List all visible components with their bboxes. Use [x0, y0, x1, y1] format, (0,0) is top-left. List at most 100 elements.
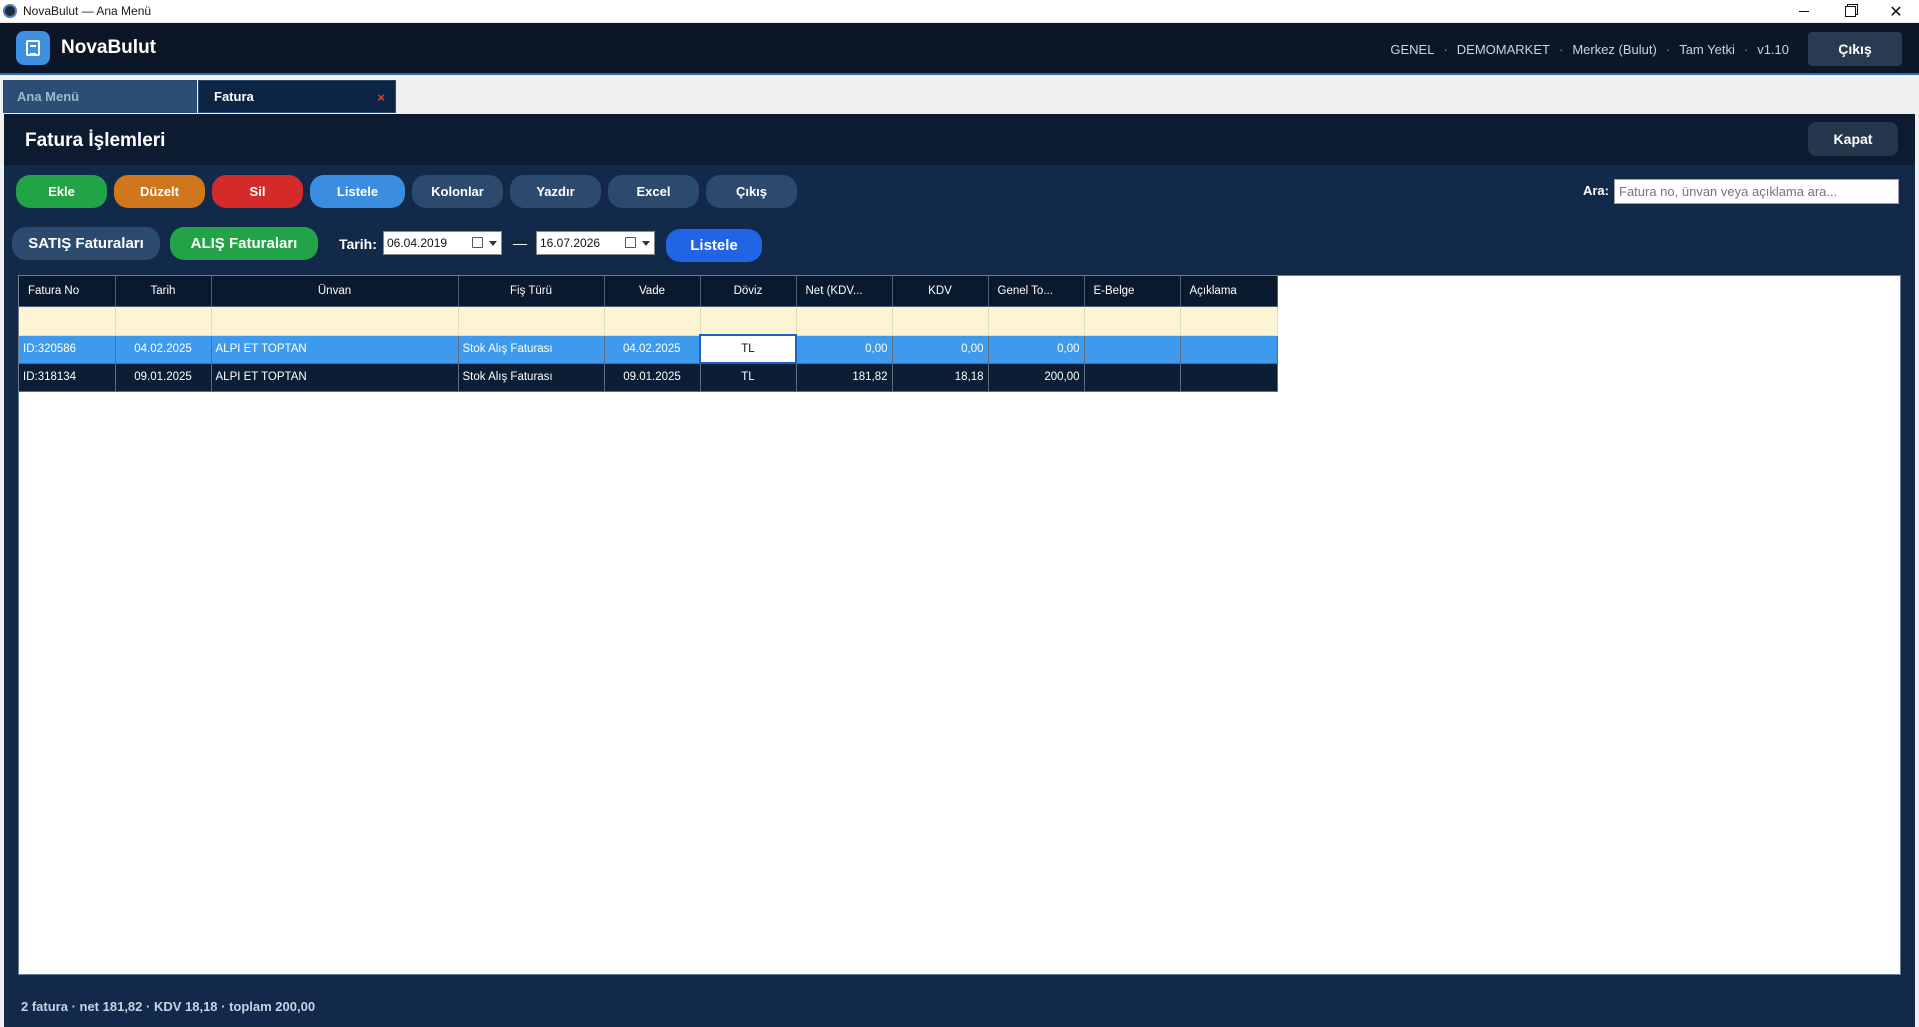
cell-fis-turu[interactable]: Stok Alış Faturası: [458, 363, 605, 392]
cell-kdv[interactable]: 0,00: [892, 335, 989, 364]
cell-unvan[interactable]: ALPI ET TOPTAN: [211, 363, 459, 392]
column-header[interactable]: KDV: [892, 276, 989, 307]
cell-tarih[interactable]: 04.02.2025: [115, 335, 212, 364]
cell-aciklama[interactable]: [1180, 335, 1278, 364]
purchase-invoices-button[interactable]: ALIŞ Faturaları: [170, 227, 318, 260]
cell-genel-toplam[interactable]: 0,00: [988, 335, 1085, 364]
column-header[interactable]: Açıklama: [1180, 276, 1278, 307]
date-label: Tarih:: [339, 236, 377, 252]
cell-aciklama[interactable]: [1180, 363, 1278, 392]
column-header[interactable]: Vade: [604, 276, 701, 307]
delete-button[interactable]: Sil: [212, 175, 303, 208]
exit-button[interactable]: Çıkış: [706, 175, 797, 208]
column-header[interactable]: Net (KDV...: [796, 276, 893, 307]
chevron-down-icon[interactable]: [489, 241, 497, 246]
calendar-icon[interactable]: [472, 237, 483, 248]
excel-button[interactable]: Excel: [608, 175, 699, 208]
filter-cell[interactable]: [1084, 306, 1181, 336]
status-bar: 2 fatura · net 181,82 · KDV 18,18 · topl…: [4, 985, 1915, 1027]
info-branch: Merkez (Bulut): [1572, 41, 1657, 57]
date-from-value: 06.04.2019: [387, 236, 448, 250]
date-from-picker[interactable]: 06.04.2019: [383, 231, 502, 255]
info-separator: ·: [1743, 41, 1749, 57]
filter-cell[interactable]: [1180, 306, 1278, 336]
cell-doviz[interactable]: TL: [699, 334, 797, 364]
cell-fis-turu[interactable]: Stok Alış Faturası: [458, 335, 605, 364]
filter-cell[interactable]: [892, 306, 989, 336]
filter-cell[interactable]: [211, 306, 459, 336]
info-permission: Tam Yetki: [1679, 41, 1735, 57]
filter-row[interactable]: [19, 306, 1278, 336]
close-window-icon[interactable]: ✕: [1873, 0, 1919, 23]
add-button[interactable]: Ekle: [16, 175, 107, 208]
table-row[interactable]: ID:320586 04.02.2025 ALPI ET TOPTAN Stok…: [19, 334, 1278, 364]
session-info: GENEL · DEMOMARKET · Merkez (Bulut) · Ta…: [1390, 23, 1789, 75]
edit-button[interactable]: Düzelt: [114, 175, 205, 208]
search-input[interactable]: [1614, 179, 1899, 204]
list-button[interactable]: Listele: [310, 175, 405, 208]
table-header-row: Fatura No Tarih Ünvan Fiş Türü Vade Dövi…: [19, 276, 1278, 307]
filter-cell[interactable]: [988, 306, 1085, 336]
info-company-group: GENEL: [1390, 41, 1435, 57]
column-header[interactable]: Fatura No: [19, 276, 116, 307]
filter-cell[interactable]: [700, 306, 797, 336]
cell-fatura-no[interactable]: ID:320586: [19, 335, 116, 364]
maximize-icon[interactable]: [1827, 0, 1873, 23]
cell-vade[interactable]: 04.02.2025: [604, 335, 701, 364]
filter-cell[interactable]: [115, 306, 212, 336]
tab-ana-menu[interactable]: Ana Menü: [3, 80, 197, 113]
kapat-button[interactable]: Kapat: [1808, 122, 1898, 156]
cell-ebelge[interactable]: [1084, 363, 1181, 392]
date-to-picker[interactable]: 16.07.2026: [536, 231, 655, 255]
filter-cell[interactable]: [604, 306, 701, 336]
column-header[interactable]: Genel To...: [988, 276, 1085, 307]
os-titlebar: NovaBulut — Ana Menü ✕: [0, 0, 1919, 23]
cell-net[interactable]: 0,00: [796, 335, 893, 364]
minimize-icon[interactable]: [1781, 0, 1827, 23]
print-button[interactable]: Yazdır: [510, 175, 601, 208]
columns-button[interactable]: Kolonlar: [412, 175, 503, 208]
filter-cell[interactable]: [796, 306, 893, 336]
info-separator: ·: [1443, 41, 1448, 57]
filter-list-button[interactable]: Listele: [666, 229, 762, 262]
info-separator: ·: [1558, 41, 1564, 57]
cell-fatura-no[interactable]: ID:318134: [19, 363, 116, 392]
invoice-panel: Fatura İşlemleri Kapat Ekle Düzelt Sil L…: [4, 114, 1915, 1027]
filter-cell[interactable]: [458, 306, 605, 336]
column-header[interactable]: E-Belge: [1084, 276, 1181, 307]
page-title: Fatura İşlemleri: [25, 130, 166, 151]
tab-fatura[interactable]: Fatura ×: [198, 80, 396, 113]
cell-doviz[interactable]: TL: [700, 363, 797, 392]
cell-ebelge[interactable]: [1084, 335, 1181, 364]
column-header[interactable]: Fiş Türü: [458, 276, 605, 307]
brand-name: NovaBulut: [61, 37, 156, 58]
cell-unvan[interactable]: ALPI ET TOPTAN: [211, 335, 459, 364]
cell-tarih[interactable]: 09.01.2025: [115, 363, 212, 392]
table-row[interactable]: ID:318134 09.01.2025 ALPI ET TOPTAN Stok…: [19, 363, 1278, 392]
cell-genel-toplam[interactable]: 200,00: [988, 363, 1085, 392]
app-header: NovaBulut GENEL · DEMOMARKET · Merkez (B…: [0, 23, 1919, 75]
column-header[interactable]: Ünvan: [211, 276, 459, 307]
cell-vade[interactable]: 09.01.2025: [604, 363, 701, 392]
tab-close-icon[interactable]: ×: [377, 90, 385, 105]
filter-cell[interactable]: [19, 306, 116, 336]
cell-net[interactable]: 181,82: [796, 363, 893, 392]
chevron-down-icon[interactable]: [642, 241, 650, 246]
panel-header: Fatura İşlemleri Kapat: [4, 114, 1915, 165]
info-version: v1.10: [1757, 41, 1789, 57]
search-label: Ara:: [1582, 183, 1609, 198]
app-icon: [3, 4, 17, 18]
header-exit-button[interactable]: Çıkış: [1808, 32, 1902, 66]
invoice-grid[interactable]: Fatura No Tarih Ünvan Fiş Türü Vade Dövi…: [18, 275, 1901, 975]
tab-bar: Ana Menü Fatura ×: [0, 77, 1919, 114]
column-header[interactable]: Döviz: [700, 276, 797, 307]
info-company: DEMOMARKET: [1456, 41, 1550, 57]
window-controls: ✕: [1781, 0, 1919, 23]
date-range-dash: —: [513, 235, 527, 251]
invoice-table: Fatura No Tarih Ünvan Fiş Türü Vade Dövi…: [19, 276, 1278, 392]
column-header[interactable]: Tarih: [115, 276, 212, 307]
window-title: NovaBulut — Ana Menü: [23, 4, 152, 18]
calendar-icon[interactable]: [625, 237, 636, 248]
cell-kdv[interactable]: 18,18: [892, 363, 989, 392]
sales-invoices-button[interactable]: SATIŞ Faturaları: [12, 227, 160, 260]
